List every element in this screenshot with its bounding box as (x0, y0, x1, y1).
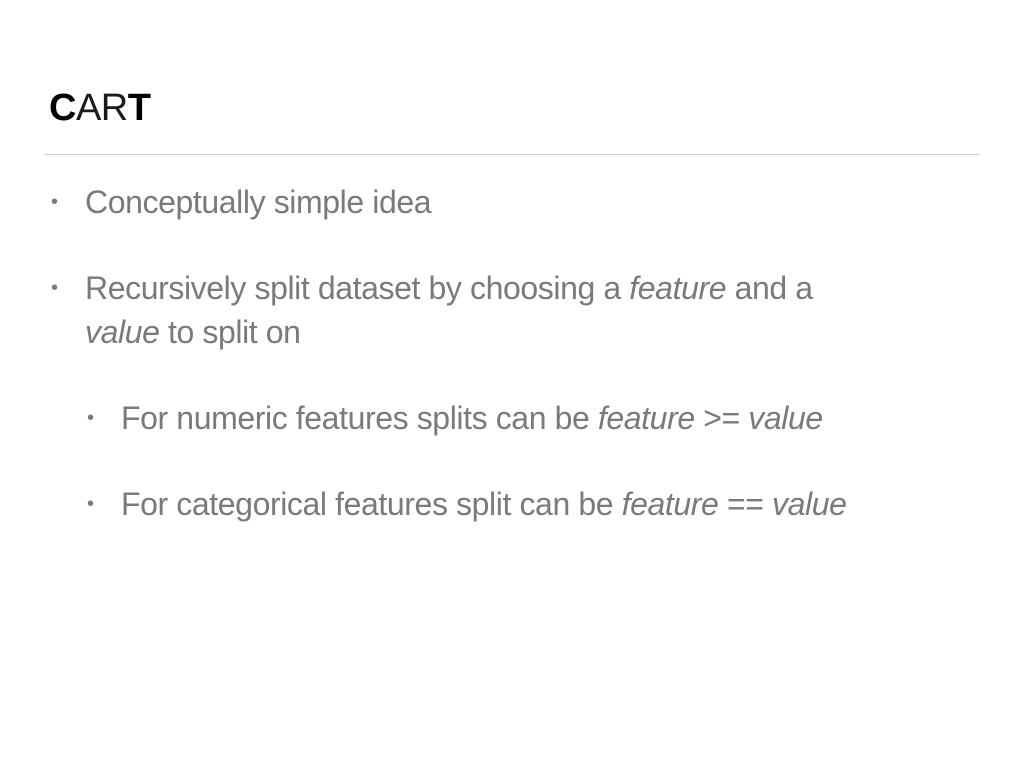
sub-bullet-item: For numeric features splits can be featu… (121, 396, 823, 440)
bullet-operator: >= (694, 400, 749, 436)
title-divider (45, 154, 979, 155)
bullet-item-continuation: value to split on (85, 310, 301, 354)
title-letter-c: C (49, 87, 76, 129)
title-letter-t: T (127, 87, 151, 129)
sub-bullet-marker: • (87, 493, 95, 515)
slide: CART • Conceptually simple idea • Recurs… (0, 0, 1024, 768)
bullet-emphasis: feature (629, 270, 727, 306)
bullet-emphasis: value (748, 400, 823, 436)
bullet-text: Conceptually simple idea (85, 184, 432, 220)
slide-title: CART (49, 86, 151, 130)
bullet-text: to split on (159, 314, 301, 350)
sub-bullet-item: For categorical features split can be fe… (121, 482, 847, 526)
bullet-item: Recursively split dataset by choosing a … (85, 266, 813, 310)
bullet-operator: == (718, 486, 773, 522)
bullet-emphasis: value (85, 314, 160, 350)
bullet-marker: • (51, 191, 59, 213)
bullet-text: Recursively split dataset by choosing a (85, 270, 630, 306)
bullet-text: and a (726, 270, 813, 306)
title-letters-ar: AR (75, 87, 128, 129)
bullet-marker: • (51, 277, 59, 299)
bullet-emphasis: value (772, 486, 847, 522)
sub-bullet-marker: • (87, 407, 95, 429)
bullet-emphasis: feature (597, 400, 695, 436)
bullet-emphasis: feature (621, 486, 719, 522)
bullet-item: Conceptually simple idea (85, 180, 432, 224)
bullet-text: For numeric features splits can be (121, 400, 598, 436)
bullet-text: For categorical features split can be (121, 486, 622, 522)
